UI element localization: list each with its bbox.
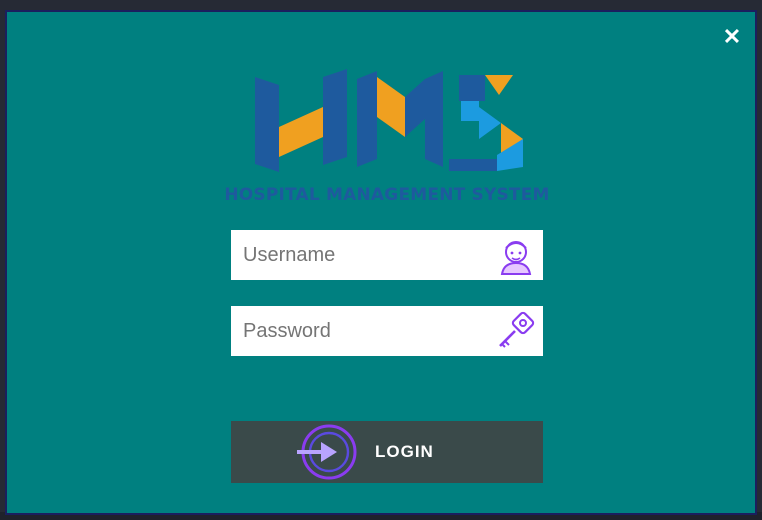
login-dialog: ✕ HOSPITAL MANAGEMENT SYSTEM Username LO…	[5, 10, 757, 515]
close-button[interactable]: ✕	[721, 26, 743, 48]
password-field[interactable]	[231, 306, 543, 356]
hms-logo: HOSPITAL MANAGEMENT SYSTEM	[217, 67, 557, 207]
username-field[interactable]	[231, 230, 543, 280]
username-input[interactable]	[243, 230, 483, 280]
user-avatar-icon	[500, 241, 532, 275]
key-icon	[499, 311, 535, 348]
logo-subtitle: HOSPITAL MANAGEMENT SYSTEM	[224, 185, 550, 205]
login-button[interactable]: LOGIN	[231, 421, 543, 483]
login-button-label: LOGIN	[375, 442, 434, 461]
hms-logo-mark	[255, 69, 523, 172]
login-arrow-icon	[297, 424, 357, 480]
password-input[interactable]	[243, 306, 483, 356]
